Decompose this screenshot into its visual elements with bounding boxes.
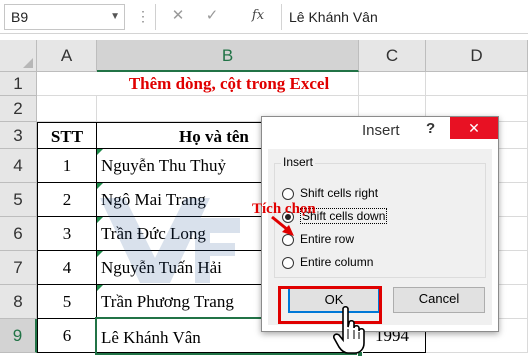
column-header-d[interactable]: D <box>426 40 528 72</box>
name-box-value: B9 <box>11 9 29 25</box>
name-text: Nguyễn Thu Thuỷ <box>101 156 226 175</box>
insert-function-icon[interactable]: fx <box>247 5 269 27</box>
row-header-1[interactable]: 1 <box>0 72 37 96</box>
radio-icon[interactable] <box>282 188 294 200</box>
help-icon[interactable]: ? <box>426 120 435 137</box>
radio-icon[interactable] <box>282 257 294 269</box>
option-label: Shift cells right <box>300 186 379 200</box>
formula-bar-grip-icon[interactable]: ⋮ <box>136 6 150 26</box>
red-arrow-icon <box>271 215 294 236</box>
row-header-8[interactable]: 8 <box>0 285 37 319</box>
stt-cell[interactable]: 6 <box>37 319 97 353</box>
column-header-a[interactable]: A <box>37 40 97 72</box>
name-box[interactable]: B9 ▼ <box>4 4 125 30</box>
stt-cell[interactable]: 4 <box>37 251 97 285</box>
cell-c1[interactable] <box>359 72 426 96</box>
name-box-dropdown-icon[interactable]: ▼ <box>110 5 120 29</box>
row-header-6[interactable]: 6 <box>0 217 37 251</box>
option-label: Entire row <box>300 232 355 246</box>
cancel-button[interactable]: Cancel <box>393 287 485 313</box>
stt-cell[interactable]: 1 <box>37 149 97 183</box>
enter-icon[interactable]: ✓ <box>201 5 223 27</box>
group-label: Insert <box>281 155 316 169</box>
hand-pointer-icon <box>333 305 365 354</box>
formula-bar: B9 ▼ ⋮ ✕ ✓ fx Lê Khánh Vân <box>0 0 528 34</box>
row-header-2[interactable]: 2 <box>0 96 37 122</box>
row-header-7[interactable]: 7 <box>0 251 37 285</box>
row-header-3[interactable]: 3 <box>0 122 37 149</box>
watermark-logo <box>100 198 240 283</box>
cell-d1[interactable] <box>426 72 528 96</box>
column-header-c[interactable]: C <box>359 40 426 72</box>
select-all-button[interactable] <box>0 40 37 72</box>
dialog-titlebar[interactable]: Insert ? ✕ <box>262 117 498 145</box>
close-icon[interactable]: ✕ <box>450 117 498 139</box>
stt-cell[interactable]: 5 <box>37 285 97 319</box>
formula-bar-divider <box>155 4 156 30</box>
row-header-5[interactable]: 5 <box>0 183 37 217</box>
cancel-icon[interactable]: ✕ <box>167 5 189 27</box>
formula-input[interactable]: Lê Khánh Vân <box>281 4 524 30</box>
cell-a2[interactable] <box>37 96 97 122</box>
header-stt[interactable]: STT <box>37 122 97 149</box>
column-header-b[interactable]: B <box>97 40 359 72</box>
option-label: Entire column <box>300 255 374 269</box>
error-indicator <box>97 149 103 155</box>
sheet-title-text: Thêm dòng, cột trong Excel <box>128 74 330 93</box>
row-header-4[interactable]: 4 <box>0 149 37 183</box>
stt-cell[interactable]: 2 <box>37 183 97 217</box>
sheet-title[interactable]: Thêm dòng, cột trong Excel <box>97 72 359 96</box>
stt-cell[interactable]: 3 <box>37 217 97 251</box>
dialog-title: Insert <box>362 122 400 139</box>
header-name-text: Họ và tên <box>179 127 249 146</box>
row-header-9[interactable]: 9 <box>0 319 37 353</box>
